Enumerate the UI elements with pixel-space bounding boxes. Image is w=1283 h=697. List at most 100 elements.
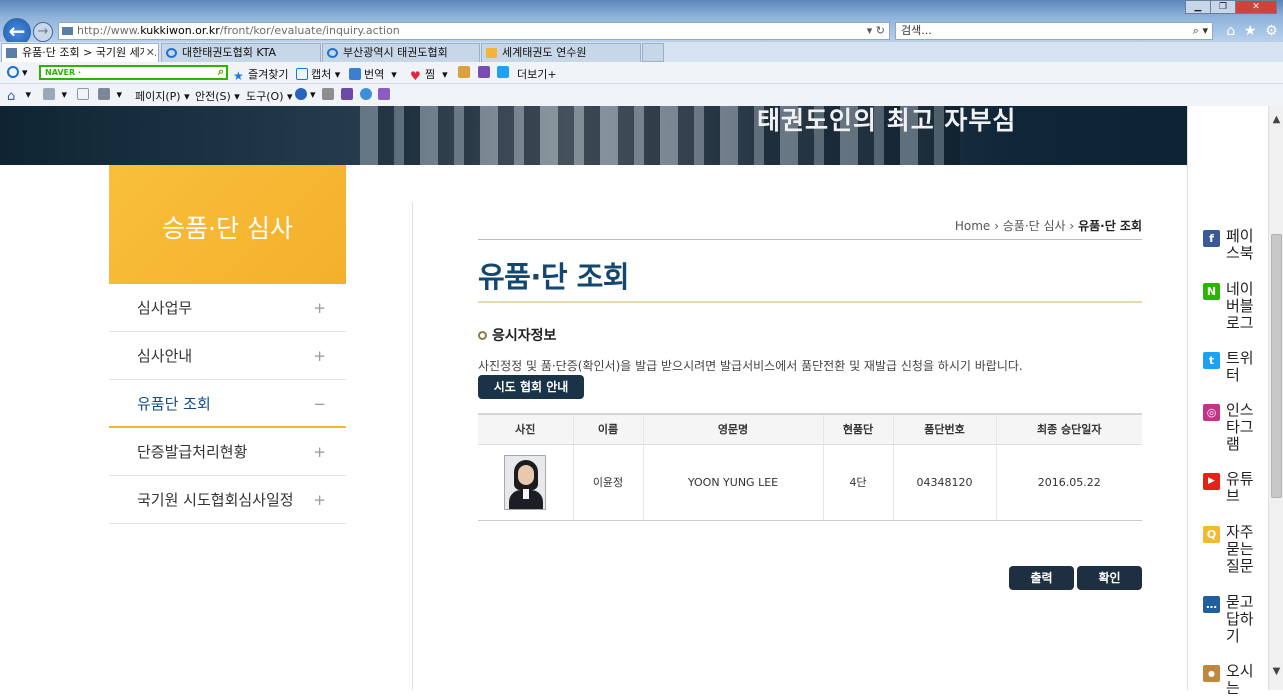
safety-menu-label: 안전(S) — [195, 90, 231, 103]
section-heading: 응시자정보 — [478, 325, 556, 345]
ie-icon — [327, 48, 338, 58]
faq-icon: Q — [1203, 526, 1220, 543]
scroll-up-arrow[interactable]: ▲ — [1269, 114, 1283, 128]
vertical-scrollbar[interactable]: ▲ ▼ — [1268, 106, 1283, 690]
refresh-icon[interactable]: ↻ — [876, 24, 885, 37]
minus-icon[interactable]: − — [313, 380, 326, 428]
left-menu-item-certificate-status[interactable]: 단증발급처리현황 + — [109, 428, 346, 476]
tab-kta[interactable]: 대한태권도협회 KTA — [161, 43, 321, 62]
addon-icon[interactable] — [322, 88, 337, 101]
broom-icon[interactable] — [458, 66, 473, 79]
address-bar[interactable]: http://www.kukkiwon.or.kr/front/kor/eval… — [58, 22, 890, 40]
minimize-button[interactable]: ▁ — [1185, 0, 1211, 14]
address-host: kukkiwon.or.kr — [140, 24, 220, 37]
quick-link-label: 오시는 — [1226, 662, 1254, 697]
confirm-button[interactable]: 확인 — [1077, 566, 1142, 590]
plus-icon[interactable]: + — [313, 332, 326, 380]
left-menu-item-inquiry[interactable]: 유품단 조회 − — [109, 380, 346, 428]
plus-icon[interactable]: + — [313, 476, 326, 524]
instagram-icon: ◎ — [1203, 404, 1220, 421]
quick-link-label: 네이버블로그 — [1226, 280, 1254, 332]
scroll-thumb[interactable] — [1271, 234, 1282, 498]
content-divider — [412, 202, 413, 690]
title-divider — [478, 301, 1142, 303]
translate-addon-icon[interactable] — [341, 88, 356, 101]
breadcrumb-parent[interactable]: 승품·단 심사 — [1003, 219, 1066, 233]
left-menu-label: 국기원 시도협회심사일정 — [137, 491, 294, 509]
address-prefix: http://www. — [77, 24, 141, 37]
book-icon[interactable] — [478, 66, 493, 79]
tab-busan[interactable]: 부산광역시 태권도협회 — [322, 43, 480, 62]
page-icon — [6, 48, 17, 58]
column-header: 품단번호 — [893, 414, 997, 445]
tab-label: 대한태권도협회 KTA — [182, 46, 277, 59]
search-icon[interactable]: ⌕ — [218, 66, 224, 77]
name-cell: 이윤정 — [573, 444, 644, 521]
forward-button[interactable]: → — [33, 22, 53, 42]
naver-search-input[interactable]: NAVER · ⌕ — [39, 65, 228, 80]
qna-icon: … — [1203, 596, 1220, 613]
window-controls: ▁ ❐ ✕ — [1185, 0, 1277, 14]
column-header: 영문명 — [643, 414, 824, 445]
left-menu-label: 단증발급처리현황 — [137, 443, 248, 461]
close-tab-icon[interactable]: ✕ — [143, 44, 155, 61]
rss-icon[interactable]: ▾ — [43, 88, 67, 101]
bookmark-button[interactable]: ♥ 찜 ▾ — [410, 66, 448, 82]
left-menu-item-screening[interactable]: 심사업무 + — [109, 284, 346, 332]
column-header: 현품단 — [823, 414, 894, 445]
left-menu-item-guide[interactable]: 심사안내 + — [109, 332, 346, 380]
chevron-right-icon: › — [994, 219, 999, 233]
table-row: 이윤정 YOON YUNG LEE 4단 04348120 2016.05.22 — [478, 444, 1142, 521]
research-icon[interactable] — [378, 88, 393, 101]
scroll-down-arrow[interactable]: ▼ — [1269, 666, 1283, 680]
tab-bar: 유품·단 조회 > 국기원 세계... ✕ 대한태권도협회 KTA 부산광역시 … — [0, 42, 1283, 62]
search-icon[interactable]: ⌕ — [1193, 24, 1199, 37]
twitter-small-icon[interactable] — [497, 66, 512, 79]
home-toolbar-icon[interactable]: ⌂ ▾ — [7, 88, 31, 103]
location-icon: ● — [1203, 665, 1220, 682]
settings-gear-icon[interactable]: ⚙ — [1265, 22, 1278, 40]
search-box[interactable]: 검색... ⌕ ▾ — [895, 22, 1213, 40]
favorites-star-icon[interactable]: ★ — [1244, 22, 1257, 40]
org-info-button[interactable]: 시도 협회 안내 — [478, 375, 584, 399]
print-icon[interactable]: ▾ — [98, 88, 122, 101]
toolbar-naver: ▾ NAVER · ⌕ ★ 즐겨찾기 캡처 ▾ 번역 ▾ ♥ 찜 ▾ 더보기+ — [0, 62, 1283, 84]
home-icon[interactable]: ⌂ — [1226, 22, 1235, 40]
tools-menu[interactable]: 도구(O) ▾ — [246, 88, 293, 104]
page-menu-label: 페이지(P) — [135, 90, 181, 103]
breadcrumb-home[interactable]: Home — [955, 219, 990, 233]
quick-link-label: 트위터 — [1226, 349, 1254, 384]
mail-icon[interactable] — [77, 88, 92, 101]
close-window-button[interactable]: ✕ — [1235, 0, 1277, 14]
number-cell: 04348120 — [893, 444, 997, 521]
plus-icon[interactable]: + — [313, 428, 326, 476]
favorites-button[interactable]: ★ 즐겨찾기 — [233, 66, 288, 82]
youtube-icon: ▶ — [1203, 473, 1220, 490]
left-menu-item-schedule[interactable]: 국기원 시도협회심사일정 + — [109, 476, 346, 524]
chevron-right-icon: › — [1069, 219, 1075, 233]
top-banner: 태권도인의 최고 자부심 — [0, 106, 1268, 165]
quick-link-label: 유튜브 — [1226, 470, 1254, 505]
ie-menu-icon[interactable]: ▾ — [7, 66, 28, 79]
tab-kukkiwon[interactable]: 유품·단 조회 > 국기원 세계... ✕ — [1, 43, 159, 62]
restore-button[interactable]: ❐ — [1210, 0, 1236, 14]
dropdown-icon[interactable]: ▾ — [867, 24, 873, 37]
quick-link-label: 묻고답하기 — [1226, 593, 1254, 645]
rank-cell: 4단 — [823, 444, 894, 521]
date-cell: 2016.05.22 — [996, 444, 1142, 521]
notice-text: 사진정정 및 품·단증(확인서)을 발급 받으시려면 발급서비스에서 품단전환 … — [478, 359, 1023, 373]
gear-addon-icon[interactable] — [360, 88, 375, 101]
plus-icon[interactable]: + — [313, 284, 326, 332]
left-menu-header: 승품·단 심사 — [109, 165, 346, 284]
help-icon[interactable]: ▾ — [295, 88, 316, 101]
quick-link-label: 인스타그램 — [1226, 401, 1254, 453]
safety-menu[interactable]: 안전(S) ▾ — [195, 88, 240, 104]
more-button[interactable]: 더보기+ — [517, 66, 557, 82]
tab-wta[interactable]: 세계태권도 연수원 — [481, 43, 641, 62]
translate-button[interactable]: 번역 ▾ — [349, 66, 397, 82]
new-tab-button[interactable] — [642, 43, 664, 62]
print-button[interactable]: 출력 — [1009, 566, 1074, 590]
page-menu[interactable]: 페이지(P) ▾ — [135, 88, 190, 104]
capture-button[interactable]: 캡처 ▾ — [296, 66, 340, 82]
left-menu-label: 유품단 조회 — [137, 395, 211, 413]
